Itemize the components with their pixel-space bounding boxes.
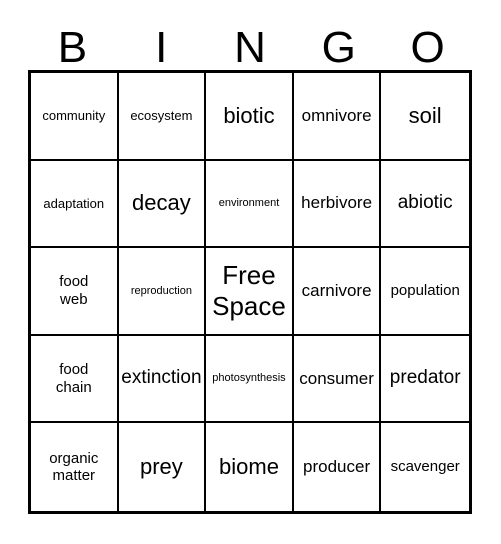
bingo-cell-label: community	[42, 108, 106, 124]
bingo-cell[interactable]: soil	[381, 73, 469, 161]
bingo-cell[interactable]: food chain	[31, 335, 119, 424]
bingo-cell[interactable]: ecosystem	[118, 73, 207, 161]
bingo-cell-label: decay	[132, 190, 191, 216]
bingo-header-letter-g: G	[321, 23, 356, 72]
bingo-cell[interactable]: omnivore	[293, 73, 382, 161]
bingo-cell[interactable]: community	[31, 73, 119, 161]
bingo-cell[interactable]: prey	[119, 423, 207, 511]
bingo-card: B I N G O community ecosystem biotic omnivore so…	[0, 0, 501, 544]
bingo-cell-label: Free Space	[212, 260, 286, 321]
bingo-header-letter-o: O	[410, 23, 445, 72]
bingo-header-letter-i: I	[155, 23, 168, 72]
bingo-cell-label: environment	[218, 196, 280, 209]
bingo-cell-label: photosynthesis	[212, 372, 286, 385]
bingo-cell[interactable]: population	[381, 248, 469, 336]
bingo-cell-label: consumer	[299, 368, 374, 388]
bingo-cell-label: ecosystem	[130, 108, 193, 124]
bingo-cell-label: population	[390, 282, 460, 300]
bingo-cell[interactable]: organic matter	[31, 423, 119, 511]
bingo-cell-label: soil	[408, 102, 442, 128]
bingo-header-letter-b: B	[57, 23, 88, 72]
bingo-cell-label: reproduction	[130, 284, 192, 297]
bingo-free-space-cell[interactable]: Free Space	[206, 248, 294, 336]
bingo-cell-label: prey	[139, 454, 183, 480]
bingo-cell[interactable]: extinction	[118, 335, 207, 424]
bingo-cell-label: producer	[303, 457, 371, 477]
bingo-cell-label: adaptation	[43, 195, 105, 211]
bingo-cell[interactable]: photosynthesis	[206, 335, 294, 424]
bingo-cell-label: food chain	[55, 360, 92, 396]
bingo-cell-label: organic matter	[49, 449, 99, 485]
bingo-cell[interactable]: reproduction	[118, 248, 207, 336]
bingo-cell-label: abiotic	[397, 192, 453, 214]
bingo-header: BINGO	[28, 18, 472, 70]
bingo-cell[interactable]: scavenger	[381, 423, 469, 511]
bingo-cell[interactable]: food web	[31, 248, 119, 336]
bingo-cell[interactable]: carnivore	[293, 248, 382, 336]
bingo-cell[interactable]: adaptation	[31, 160, 119, 249]
bingo-cell[interactable]: decay	[118, 160, 207, 249]
bingo-cell-label: omnivore	[301, 105, 372, 125]
bingo-cell[interactable]: abiotic	[381, 161, 469, 249]
bingo-cell-label: extinction	[121, 367, 202, 389]
bingo-cell-label: scavenger	[390, 458, 460, 476]
bingo-cell[interactable]: producer	[294, 423, 382, 511]
bingo-cell[interactable]: environment	[206, 160, 294, 249]
bingo-cell-label: carnivore	[301, 280, 372, 300]
bingo-cell-label: herbivore	[301, 193, 373, 213]
bingo-cell-label: biotic	[223, 102, 275, 128]
bingo-cell-label: biome	[219, 454, 279, 480]
bingo-cell[interactable]: consumer	[293, 335, 382, 424]
bingo-cell[interactable]: biome	[206, 423, 294, 511]
bingo-cell[interactable]: herbivore	[293, 160, 382, 249]
bingo-cell-label: predator	[389, 367, 461, 389]
bingo-cell-label: food web	[59, 273, 89, 308]
bingo-grid: community ecosystem biotic omnivore soil adap…	[28, 70, 472, 514]
bingo-cell[interactable]: predator	[381, 336, 469, 424]
bingo-cell[interactable]: biotic	[206, 73, 294, 161]
bingo-header-letter-n: N	[234, 23, 266, 72]
